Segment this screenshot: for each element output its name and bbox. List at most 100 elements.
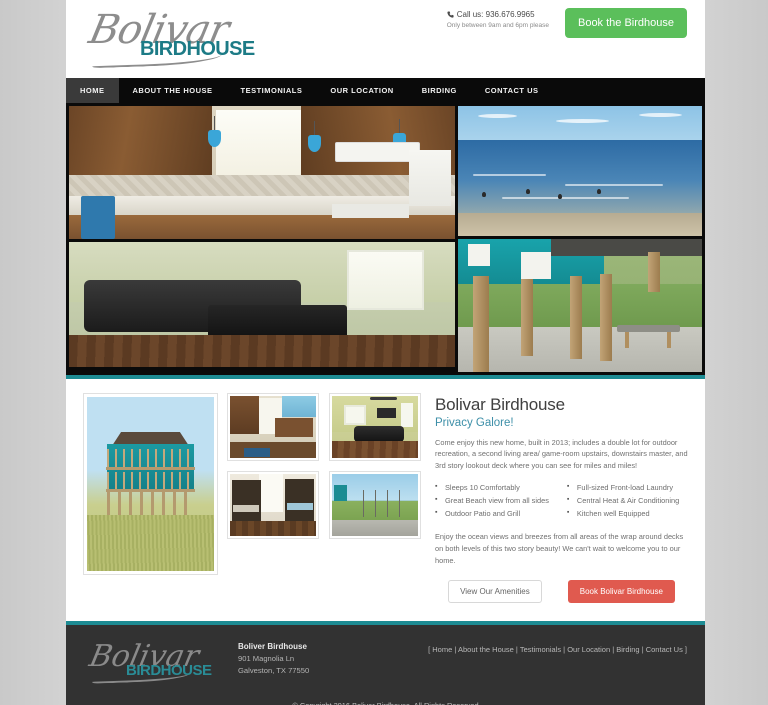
- patio-photo[interactable]: [458, 239, 702, 372]
- house-deck: [106, 466, 195, 470]
- amenities-list-right: Full-sized Front-load Laundry Central He…: [567, 481, 679, 521]
- thumb-utility-pole: [399, 490, 401, 518]
- thumb-road: [332, 519, 418, 536]
- patio-post: [570, 276, 583, 359]
- game-room-thumb[interactable]: [329, 393, 421, 461]
- outro-paragraph: Enjoy the ocean views and breezes from a…: [435, 532, 684, 565]
- kitchen-window: [215, 109, 301, 185]
- kitchen-cabinets-left: [69, 106, 212, 186]
- view-our-amenities-button[interactable]: View Our Amenities: [448, 579, 542, 603]
- hero-right-column: [458, 106, 702, 372]
- footer-business-name: Boliver Birdhouse: [238, 641, 307, 651]
- thumb-bunk-bed: [231, 480, 261, 522]
- beach-sand: [458, 212, 702, 236]
- nav-item-home[interactable]: HOME: [66, 78, 119, 103]
- footer-address: Boliver Birdhouse 901 Magnolia Ln Galves…: [238, 637, 309, 675]
- hero-left-column: [69, 106, 455, 372]
- cta-button-row: View Our Amenities Book Bolivar Birdhous…: [435, 579, 688, 603]
- bunk-room-thumb-image: [230, 474, 316, 536]
- thumb-window: [400, 403, 413, 427]
- book-the-birdhouse-button[interactable]: Book the Birdhouse: [564, 8, 687, 38]
- thumb-mattress: [286, 502, 313, 510]
- kitchen-thumb[interactable]: [227, 393, 319, 461]
- page-background: Bolivar BIRDHOUSE Call us: 936.676.9965 …: [0, 0, 768, 705]
- site-logo[interactable]: Bolivar BIRDHOUSE: [85, 7, 280, 69]
- thumb-utility-pole: [387, 490, 389, 518]
- thumb-mattress: [233, 505, 260, 513]
- beach-house-exterior-image: [87, 397, 214, 571]
- living-room-photo[interactable]: [69, 242, 455, 367]
- book-bolivar-birdhouse-button[interactable]: Book Bolivar Birdhouse: [567, 579, 675, 603]
- site-container: Bolivar BIRDHOUSE Call us: 936.676.9965 …: [66, 0, 705, 705]
- street-view-thumb-image: [332, 474, 418, 536]
- amenity-item: Full-sized Front-load Laundry: [567, 481, 679, 495]
- footer-street: 901 Magnolia Ln: [238, 653, 295, 663]
- nav-item-contact-us[interactable]: CONTACT US: [471, 78, 553, 103]
- thumb-sofa: [354, 425, 405, 442]
- living-room-window: [346, 249, 425, 310]
- amenity-item: Sleeps 10 Comfortably: [435, 481, 549, 495]
- surf-foam: [472, 173, 546, 176]
- kitchen-microwave: [335, 141, 421, 162]
- nav-item-about-the-house[interactable]: ABOUT THE HOUSE: [119, 78, 227, 103]
- footer-nav-links[interactable]: [ Home | About the House | Testimonials …: [428, 645, 687, 654]
- patio-post: [648, 252, 661, 293]
- surf-foam: [501, 197, 629, 199]
- living-room-floor: [69, 334, 455, 367]
- nav-item-testimonials[interactable]: TESTIMONIALS: [227, 78, 317, 103]
- logo-bold-text: BIRDHOUSE: [140, 38, 255, 60]
- patio-post: [521, 278, 534, 357]
- footer-top: Bolivar BIRDHOUSE Boliver Birdhouse 901 …: [84, 637, 687, 685]
- beach-ocean: [458, 139, 702, 213]
- thumb-cabinets: [230, 396, 260, 435]
- main-navigation: HOME ABOUT THE HOUSE TESTIMONIALS OUR LO…: [66, 78, 705, 103]
- kitchen-refrigerator: [408, 149, 452, 206]
- thumb-floor: [230, 521, 316, 536]
- page-subtitle: Privacy Galore!: [435, 417, 514, 429]
- amenity-item: Kitchen well Equipped: [567, 507, 679, 521]
- cloud-shape: [638, 112, 683, 117]
- main-content: Bolivar Birdhouse Privacy Galore! Come e…: [66, 379, 705, 621]
- call-text: Call us: 936.676.9965: [456, 10, 535, 19]
- footer-logo[interactable]: Bolivar BIRDHOUSE: [84, 637, 224, 685]
- call-hours-note: Only between 9am and 6pm please: [446, 22, 549, 29]
- thumb-utility-pole: [375, 490, 376, 518]
- thumbnail-grid: [227, 393, 421, 603]
- surf-foam: [565, 184, 663, 186]
- pendant-light-icon: [207, 115, 221, 147]
- kitchen-island: [69, 215, 455, 239]
- picnic-table: [616, 325, 681, 349]
- thumb-bunk-bed: [285, 478, 315, 522]
- site-header: Bolivar BIRDHOUSE Call us: 936.676.9965 …: [66, 0, 705, 78]
- footer-city-state-zip: Galveston, TX 77550: [238, 665, 310, 675]
- footer-navigation[interactable]: [ Home | About the House | Testimonials …: [428, 637, 687, 654]
- amenities-lists: Sleeps 10 Comfortably Great Beach view f…: [435, 481, 688, 521]
- shorebird-icon: [597, 189, 602, 195]
- picnic-table-leg: [625, 331, 630, 349]
- nav-item-birding[interactable]: BIRDING: [408, 78, 471, 103]
- beach-photo[interactable]: [458, 106, 702, 236]
- beach-house-exterior-photo[interactable]: [83, 393, 218, 575]
- thumb-wall: [281, 396, 316, 418]
- amenity-item: Outdoor Patio and Grill: [435, 507, 549, 521]
- amenity-item: Central Heat & Air Conditioning: [567, 494, 679, 508]
- thumb-window: [344, 404, 367, 425]
- page-title: Bolivar Birdhouse: [435, 395, 565, 414]
- footer-logo-bold-text: BIRDHOUSE: [126, 661, 212, 679]
- thumb-floor: [332, 440, 418, 458]
- patio-beam: [550, 239, 702, 257]
- hero-gallery: [66, 103, 705, 375]
- street-view-thumb[interactable]: [329, 471, 421, 539]
- patio-window: [521, 252, 551, 279]
- house-dune-grass: [87, 515, 214, 571]
- amenity-item: Great Beach view from all sides: [435, 494, 549, 508]
- bunk-room-thumb[interactable]: [227, 471, 319, 539]
- nav-item-our-location[interactable]: OUR LOCATION: [316, 78, 407, 103]
- kitchen-stove: [331, 204, 409, 218]
- kitchen-photo[interactable]: [69, 106, 455, 239]
- photo-gallery: [83, 393, 421, 603]
- house-railing: [107, 449, 194, 467]
- intro-paragraph: Come enjoy this new home, built in 2013;…: [435, 438, 688, 470]
- site-footer: Bolivar BIRDHOUSE Boliver Birdhouse 901 …: [66, 620, 705, 705]
- phone-icon: [447, 11, 454, 18]
